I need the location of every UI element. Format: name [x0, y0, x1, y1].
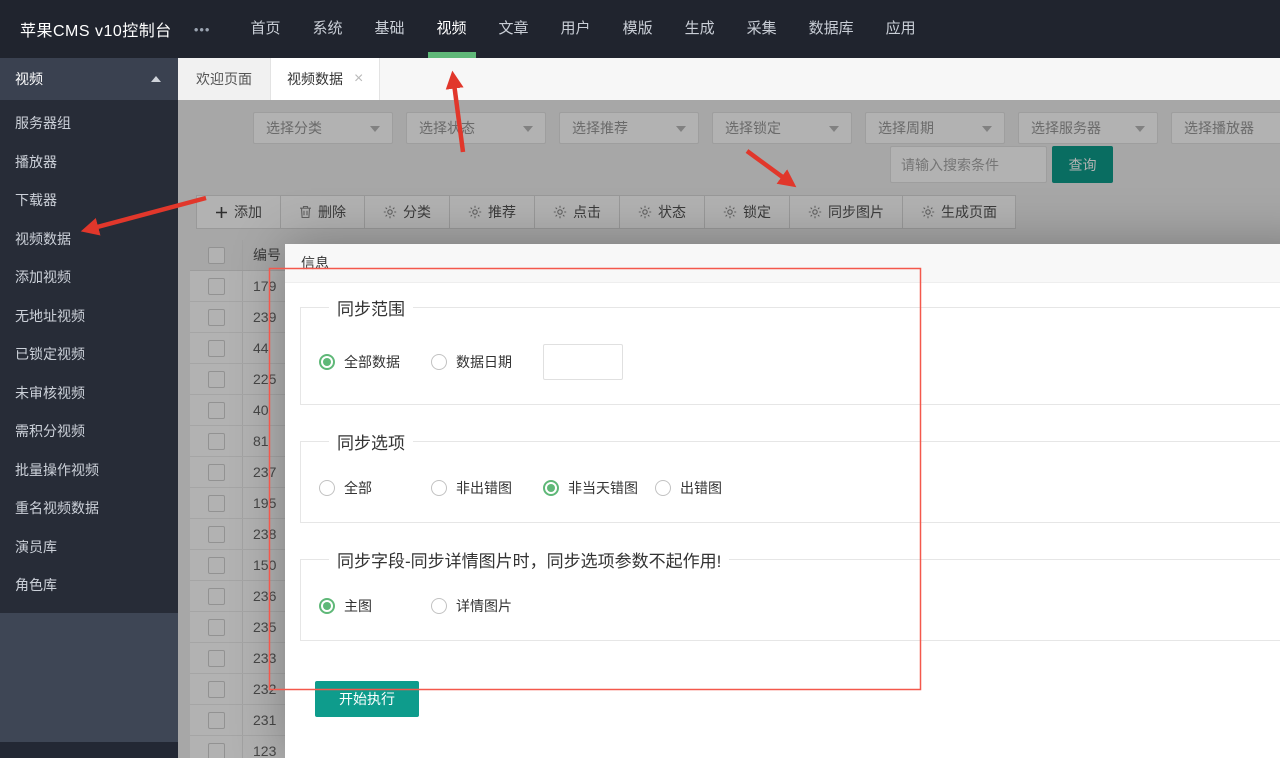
sidebar-item-服务器组[interactable]: 服务器组	[0, 104, 178, 143]
radio-label: 全部	[344, 478, 372, 498]
more-dots-icon[interactable]: •••	[194, 22, 211, 37]
nav-item-生成[interactable]: 生成	[676, 0, 724, 58]
sidebar-item-重名视频数据[interactable]: 重名视频数据	[0, 489, 178, 528]
radio-circle-icon	[431, 480, 447, 496]
sidebar-item-无地址视频[interactable]: 无地址视频	[0, 297, 178, 336]
tab-bar: 欢迎页面 视频数据 ×	[178, 58, 1280, 100]
radio-circle-icon	[319, 480, 335, 496]
dialog-body: 同步范围全部数据 数据日期同步选项全部 非出错图 非当天错图 出错图同步字段-同步详情图…	[285, 295, 1280, 717]
fieldset-1: 同步选项全部 非出错图 非当天错图 出错图	[300, 429, 1280, 523]
radio-数据日期[interactable]: 数据日期	[431, 352, 543, 372]
date-input[interactable]	[543, 344, 623, 380]
sidebar-item-下载器[interactable]: 下载器	[0, 181, 178, 220]
brand-title: 苹果CMS v10控制台	[20, 17, 172, 41]
nav-item-数据库[interactable]: 数据库	[800, 0, 863, 58]
radio-label: 出错图	[680, 478, 722, 498]
radio-label: 非出错图	[456, 478, 512, 498]
sidebar-item-角色库[interactable]: 角色库	[0, 566, 178, 605]
radio-全部数据[interactable]: 全部数据	[319, 352, 431, 372]
sidebar-item-播放器[interactable]: 播放器	[0, 143, 178, 182]
sidebar-item-需积分视频[interactable]: 需积分视频	[0, 412, 178, 451]
radio-非出错图[interactable]: 非出错图	[431, 478, 543, 498]
close-icon[interactable]: ×	[354, 71, 363, 87]
radio-出错图[interactable]: 出错图	[655, 478, 767, 498]
sidebar-menu: 服务器组播放器下载器视频数据添加视频无地址视频已锁定视频未审核视频需积分视频批量…	[0, 100, 178, 613]
radio-全部[interactable]: 全部	[319, 478, 431, 498]
collapse-up-icon	[151, 76, 161, 82]
radio-circle-icon	[543, 480, 559, 496]
sidebar-item-添加视频[interactable]: 添加视频	[0, 258, 178, 297]
radio-circle-icon	[319, 598, 335, 614]
nav-item-首页[interactable]: 首页	[241, 0, 289, 58]
radio-circle-icon	[655, 480, 671, 496]
radio-circle-icon	[431, 598, 447, 614]
nav-item-基础[interactable]: 基础	[366, 0, 414, 58]
fieldset-0: 同步范围全部数据 数据日期	[300, 295, 1280, 405]
sidebar-group-label: 视频	[15, 71, 43, 87]
nav-item-文章[interactable]: 文章	[490, 0, 538, 58]
tab-label: 欢迎页面	[196, 69, 252, 89]
radio-label: 非当天错图	[568, 478, 638, 498]
radio-label: 全部数据	[344, 352, 400, 372]
nav-item-模版[interactable]: 模版	[614, 0, 662, 58]
radio-row: 全部数据 数据日期	[319, 344, 1280, 380]
tab-label: 视频数据	[287, 69, 343, 89]
nav-item-应用[interactable]: 应用	[877, 0, 925, 58]
radio-label: 主图	[344, 596, 372, 616]
sidebar-item-演员库[interactable]: 演员库	[0, 528, 178, 567]
start-execute-button[interactable]: 开始执行	[315, 681, 419, 717]
radio-非当天错图[interactable]: 非当天错图	[543, 478, 655, 498]
nav-menu: 首页系统基础视频文章用户模版生成采集数据库应用	[234, 0, 931, 58]
sidebar-item-批量操作视频[interactable]: 批量操作视频	[0, 451, 178, 490]
radio-主图[interactable]: 主图	[319, 596, 431, 616]
radio-circle-icon	[319, 354, 335, 370]
radio-circle-icon	[431, 354, 447, 370]
dialog-title: 信息	[285, 244, 1280, 283]
fieldset-legend: 同步选项	[329, 429, 413, 454]
top-navbar: 苹果CMS v10控制台 ••• 首页系统基础视频文章用户模版生成采集数据库应用	[0, 0, 1280, 58]
radio-label: 详情图片	[456, 596, 512, 616]
sidebar: 视频 服务器组播放器下载器视频数据添加视频无地址视频已锁定视频未审核视频需积分视…	[0, 58, 178, 758]
radio-row: 全部 非出错图 非当天错图 出错图	[319, 478, 1280, 498]
sidebar-group-header[interactable]: 视频	[0, 58, 178, 100]
fieldset-legend: 同步字段-同步详情图片时，同步选项参数不起作用!	[329, 547, 729, 572]
nav-item-用户[interactable]: 用户	[552, 0, 600, 58]
nav-item-系统[interactable]: 系统	[303, 0, 351, 58]
radio-详情图片[interactable]: 详情图片	[431, 596, 543, 616]
sidebar-item-已锁定视频[interactable]: 已锁定视频	[0, 335, 178, 374]
radio-label: 数据日期	[456, 352, 512, 372]
fieldset-2: 同步字段-同步详情图片时，同步选项参数不起作用! 主图 详情图片	[300, 547, 1280, 641]
sync-image-dialog: 信息 同步范围全部数据 数据日期同步选项全部 非出错图 非当天错图 出错图同步字段-同步…	[285, 244, 1280, 758]
nav-item-视频[interactable]: 视频	[428, 0, 476, 58]
tab-欢迎页面[interactable]: 欢迎页面	[178, 58, 271, 100]
sidebar-bottom-bar	[0, 742, 178, 758]
tab-视频数据[interactable]: 视频数据 ×	[271, 58, 380, 100]
nav-item-采集[interactable]: 采集	[738, 0, 786, 58]
fieldset-legend: 同步范围	[329, 295, 413, 320]
sidebar-item-视频数据[interactable]: 视频数据	[0, 220, 178, 259]
sidebar-item-未审核视频[interactable]: 未审核视频	[0, 374, 178, 413]
radio-row: 主图 详情图片	[319, 596, 1280, 616]
